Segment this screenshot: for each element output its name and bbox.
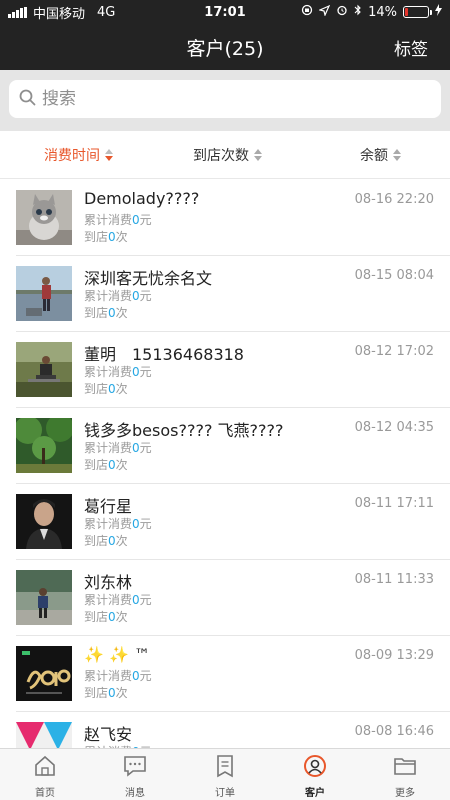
customer-name: 钱多多besos???? 飞燕???? <box>84 421 284 440</box>
search-icon <box>19 89 36 110</box>
avatar <box>16 722 72 748</box>
sort-arrows-icon <box>393 148 401 161</box>
visit-count: 到店0次 <box>84 382 128 396</box>
carrier-name: 中国移动 <box>33 6 86 22</box>
customer-row[interactable]: 赵飞安 08-08 16:46 累计消费0元 到店0次 <box>16 712 450 748</box>
search-input[interactable] <box>42 89 441 109</box>
tab-label: 客户 <box>305 788 325 799</box>
charging-icon <box>435 4 442 20</box>
signal-icon <box>8 6 27 18</box>
customer-name: 刘东林 <box>84 573 133 592</box>
home-icon <box>33 754 57 782</box>
avatar <box>16 646 72 701</box>
last-spend-time: 08-11 11:33 <box>354 572 434 587</box>
visit-count: 到店0次 <box>84 230 128 244</box>
customer-name: 深圳客无忧余名文 <box>84 269 213 288</box>
sort-by-visit-count[interactable]: 到店次数 <box>193 145 262 165</box>
customer-row[interactable]: 钱多多besos???? 飞燕???? 08-12 04:35 累计消费0元 到… <box>16 408 450 484</box>
customer-row[interactable]: 董明 15136468318 08-12 17:02 累计消费0元 到店0次 <box>16 332 450 408</box>
customer-row[interactable]: Demolady???? 08-16 22:20 累计消费0元 到店0次 <box>16 180 450 256</box>
last-spend-time: 08-11 17:11 <box>354 496 434 511</box>
avatar <box>16 342 72 397</box>
customer-row[interactable]: 葛行星 08-11 17:11 累计消费0元 到店0次 <box>16 484 450 560</box>
alarm-icon <box>336 4 348 20</box>
tags-button[interactable]: 标签 <box>394 35 428 60</box>
tab-home[interactable]: 首页 <box>0 749 90 800</box>
avatar <box>16 418 72 473</box>
customer-row[interactable]: 刘东林 08-11 11:33 累计消费0元 到店0次 <box>16 560 450 636</box>
search-box[interactable] <box>9 80 441 118</box>
visit-count: 到店0次 <box>84 686 128 700</box>
customer-row[interactable]: ✨ ✨ ™ 08-09 13:29 累计消费0元 到店0次 <box>16 636 450 712</box>
order-icon <box>213 754 237 782</box>
tab-orders[interactable]: 订单 <box>180 749 270 800</box>
folder-icon <box>393 754 417 782</box>
rotation-lock-icon <box>301 4 313 20</box>
tab-label: 更多 <box>395 788 415 799</box>
customer-name: 赵飞安 <box>84 725 133 744</box>
tab-label: 首页 <box>35 788 55 799</box>
visit-count: 到店0次 <box>84 610 128 624</box>
nav-bar: 客户(25) 标签 <box>0 24 450 70</box>
battery-percent: 14% <box>368 4 397 20</box>
last-spend-time: 08-08 16:46 <box>354 724 434 739</box>
customer-name: 董明 15136468318 <box>84 345 244 364</box>
sort-label: 消费时间 <box>44 147 100 164</box>
avatar <box>16 190 72 245</box>
customer-name: 葛行星 <box>84 497 133 516</box>
tab-label: 订单 <box>215 788 235 799</box>
customer-icon <box>303 754 327 782</box>
total-spend: 累计消费0元 <box>84 289 152 303</box>
avatar <box>16 266 72 321</box>
last-spend-time: 08-12 04:35 <box>354 420 434 435</box>
location-icon <box>318 4 331 20</box>
sort-by-balance[interactable]: 余额 <box>360 145 401 165</box>
message-icon <box>123 754 147 782</box>
last-spend-time: 08-16 22:20 <box>354 192 434 207</box>
total-spend: 累计消费0元 <box>84 365 152 379</box>
visit-count: 到店0次 <box>84 534 128 548</box>
last-spend-time: 08-09 13:29 <box>354 648 434 663</box>
customer-name: Demolady???? <box>84 189 200 208</box>
visit-count: 到店0次 <box>84 458 128 472</box>
sort-arrows-icon <box>105 148 113 161</box>
customer-list: Demolady???? 08-16 22:20 累计消费0元 到店0次 深圳客… <box>0 180 450 748</box>
app-root: 中国移动 4G 17:01 14% 客户(25) 标签 搜索 消费时间 到店次数… <box>0 0 450 800</box>
status-bar: 中国移动 4G 17:01 14% <box>0 0 450 24</box>
tab-bar: 首页 消息 订单 客户 更多 <box>0 748 450 800</box>
total-spend: 累计消费0元 <box>84 593 152 607</box>
sort-label: 余额 <box>360 147 388 164</box>
last-spend-time: 08-12 17:02 <box>354 344 434 359</box>
total-spend: 累计消费0元 <box>84 669 152 683</box>
network-type: 4G <box>97 4 116 20</box>
page-title: 客户(25) <box>186 37 264 60</box>
total-spend: 累计消费0元 <box>84 213 152 227</box>
tab-label: 消息 <box>125 788 145 799</box>
customer-name: ✨ ✨ ™ <box>84 645 151 664</box>
sort-by-spend-time[interactable]: 消费时间 <box>44 145 113 165</box>
sort-arrows-icon <box>254 148 262 161</box>
bluetooth-icon <box>354 4 362 20</box>
total-spend: 累计消费0元 <box>84 517 152 531</box>
tab-customers[interactable]: 客户 <box>270 749 360 800</box>
sort-label: 到店次数 <box>193 147 249 164</box>
visit-count: 到店0次 <box>84 306 128 320</box>
total-spend: 累计消费0元 <box>84 441 152 455</box>
tab-more[interactable]: 更多 <box>360 749 450 800</box>
customer-row[interactable]: 深圳客无忧余名文 08-15 08:04 累计消费0元 到店0次 <box>16 256 450 332</box>
search-bar <box>0 70 450 131</box>
battery-icon <box>403 6 432 18</box>
avatar <box>16 494 72 549</box>
sort-bar: 消费时间 到店次数 余额 <box>0 131 450 179</box>
last-spend-time: 08-15 08:04 <box>354 268 434 283</box>
tab-messages[interactable]: 消息 <box>90 749 180 800</box>
avatar <box>16 570 72 625</box>
